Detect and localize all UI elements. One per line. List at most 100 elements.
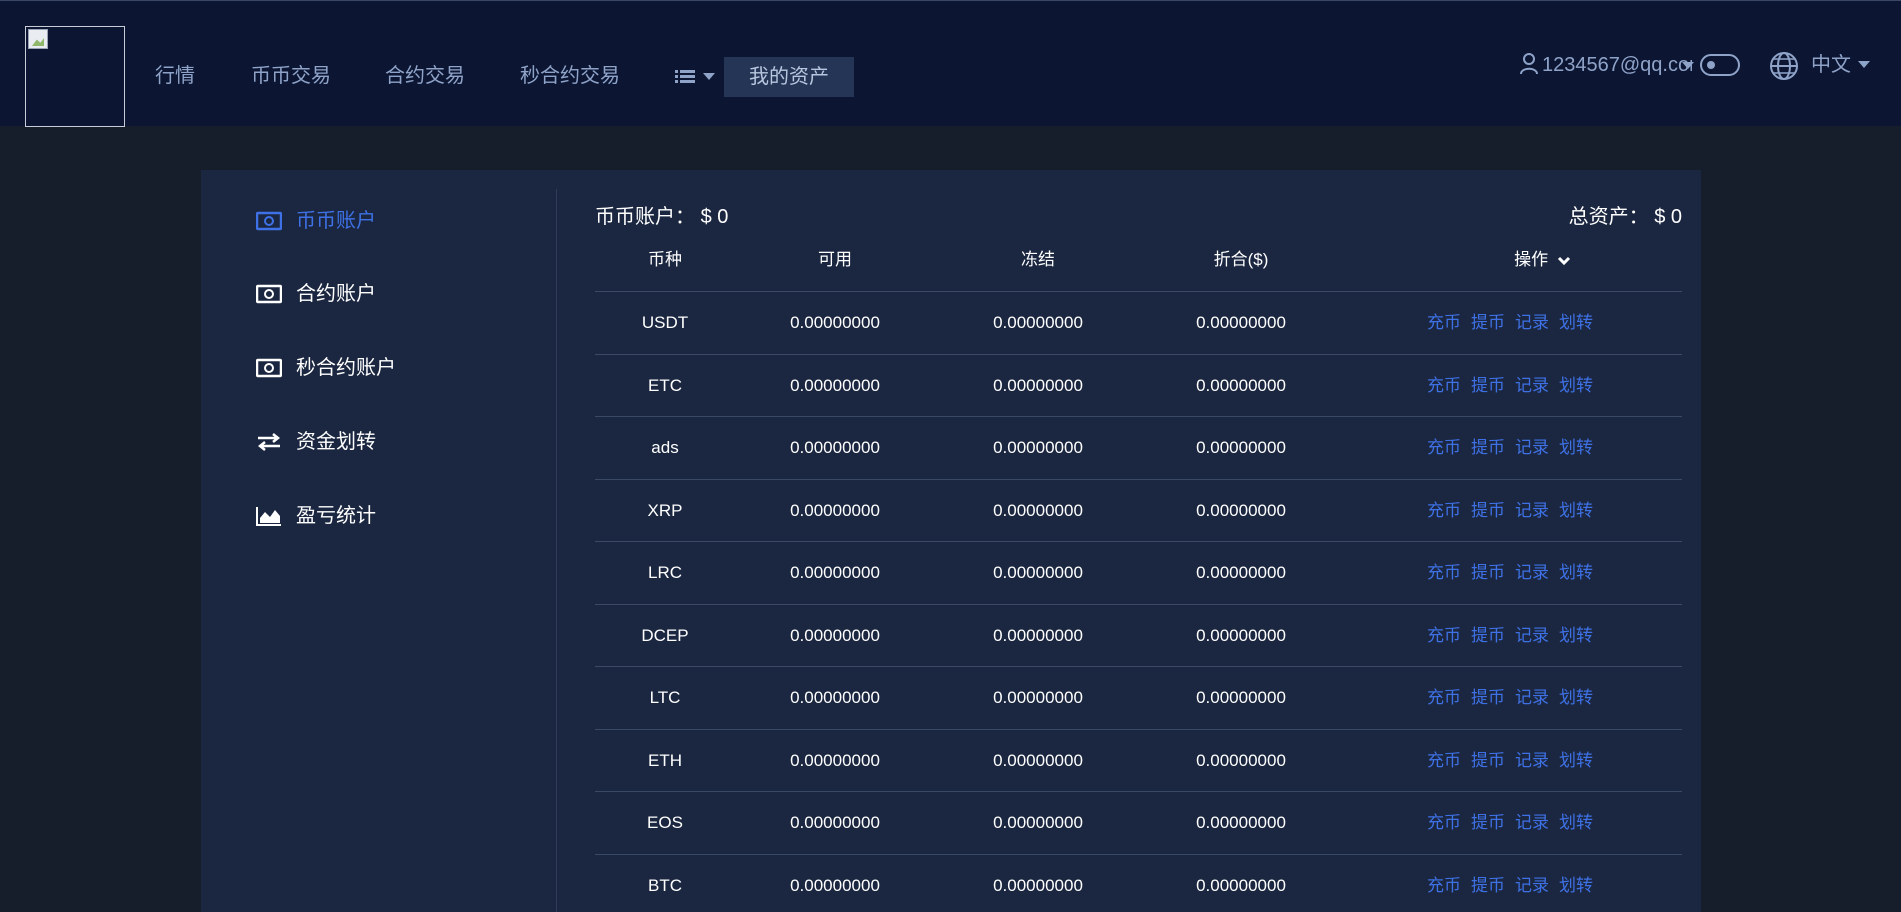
deposit-link[interactable]: 充币 — [1427, 313, 1461, 332]
table-row: EOS 0.00000000 0.00000000 0.00000000 充币 提币 记录划… — [595, 792, 1682, 855]
table-row: LTC 0.00000000 0.00000000 0.00000000 充币 提币 记录划… — [595, 667, 1682, 730]
withdraw-link[interactable]: 提币 — [1471, 688, 1505, 707]
account-content: 币币账户： $ 0 总资产： $ 0 币种 可用 冻结 折合($) 操作 USD… — [595, 170, 1682, 912]
sidebar-item-label: 资金划转 — [296, 431, 376, 453]
cell-coin: LTC — [649, 688, 681, 707]
cell-available: 0.00000000 — [790, 625, 880, 645]
withdraw-link[interactable]: 提币 — [1471, 501, 1505, 520]
assets-panel: 币币账户 合约账户 秒合约账户 资金划转 盈亏统计 币币账户： $ 0 总资产：… — [201, 170, 1701, 912]
sidebar-item-label: 秒合约账户 — [296, 357, 396, 379]
deposit-link[interactable]: 充币 — [1427, 563, 1461, 582]
transfer-link[interactable]: 划转 — [1559, 438, 1593, 457]
cell-value: 0.00000000 — [1196, 625, 1286, 645]
transfer-link[interactable]: 划转 — [1559, 751, 1593, 770]
records-link[interactable]: 记录 — [1515, 688, 1549, 707]
cell-available: 0.00000000 — [790, 813, 880, 832]
cell-frozen: 0.00000000 — [993, 313, 1083, 332]
cell-frozen: 0.00000000 — [993, 750, 1083, 770]
column-header-available: 可用 — [818, 250, 852, 269]
records-link[interactable]: 记录 — [1515, 751, 1549, 770]
transfer-link[interactable]: 划转 — [1559, 563, 1593, 582]
deposit-link[interactable]: 充币 — [1427, 376, 1461, 395]
cell-available: 0.00000000 — [790, 438, 880, 457]
table-row: ETC 0.00000000 0.00000000 0.00000000 充币 提币 记录划… — [595, 355, 1682, 417]
withdraw-link[interactable]: 提币 — [1471, 313, 1505, 332]
records-link[interactable]: 记录 — [1515, 563, 1549, 582]
nav-item-my-assets[interactable]: 我的资产 — [724, 57, 854, 97]
cell-value: 0.00000000 — [1196, 688, 1286, 707]
column-header-coin: 币种 — [648, 250, 682, 269]
caret-down-icon — [1858, 61, 1870, 68]
transfer-link[interactable]: 划转 — [1559, 313, 1593, 332]
nav-item-contract-trading[interactable]: 合约交易 — [385, 61, 465, 91]
withdraw-link[interactable]: 提币 — [1471, 563, 1505, 582]
nav-item-market[interactable]: 行情 — [155, 61, 195, 91]
cell-available: 0.00000000 — [790, 875, 880, 895]
deposit-link[interactable]: 充币 — [1427, 688, 1461, 707]
cell-frozen: 0.00000000 — [993, 688, 1083, 707]
row-actions: 充币 提币 记录 划转 — [1427, 605, 1603, 667]
deposit-link[interactable]: 充币 — [1427, 813, 1461, 832]
chevron-down-icon — [1557, 256, 1570, 266]
sidebar-item-label: 盈亏统计 — [296, 505, 376, 527]
withdraw-link[interactable]: 提币 — [1471, 813, 1505, 832]
cell-frozen: 0.00000000 — [993, 875, 1083, 895]
cell-value: 0.00000000 — [1196, 875, 1286, 895]
row-actions: 充币 提币 记录 划转 — [1427, 292, 1603, 354]
records-link[interactable]: 记录 — [1515, 376, 1549, 395]
records-link[interactable]: 记录 — [1515, 813, 1549, 832]
records-link[interactable]: 记录 — [1515, 876, 1549, 895]
list-icon — [675, 70, 695, 84]
row-actions: 充币 提币 记录 划转 — [1427, 355, 1603, 417]
cell-coin: XRP — [647, 500, 683, 520]
transfer-link[interactable]: 划转 — [1559, 376, 1593, 395]
row-actions: 充币 提币 记录 划转 — [1427, 542, 1603, 604]
transfer-link[interactable]: 划转 — [1559, 876, 1593, 895]
cell-available: 0.00000000 — [790, 500, 880, 520]
records-link[interactable]: 记录 — [1515, 438, 1549, 457]
cell-available: 0.00000000 — [790, 375, 880, 395]
theme-toggle[interactable] — [1700, 54, 1740, 76]
deposit-link[interactable]: 充币 — [1427, 751, 1461, 770]
cell-available: 0.00000000 — [790, 563, 880, 582]
cell-frozen: 0.00000000 — [993, 438, 1083, 457]
withdraw-link[interactable]: 提币 — [1471, 876, 1505, 895]
total-assets-value: $ 0 — [1654, 206, 1682, 228]
caret-down-icon — [1682, 62, 1694, 69]
cell-coin: BTC — [648, 875, 682, 895]
records-link[interactable]: 记录 — [1515, 626, 1549, 645]
deposit-link[interactable]: 充币 — [1427, 438, 1461, 457]
spot-account-value: $ 0 — [700, 206, 729, 228]
cell-value: 0.00000000 — [1196, 438, 1286, 457]
top-header: 行情 币币交易 合约交易 秒合约交易 我的资产 1234567@qq.com 中… — [0, 0, 1901, 127]
logo-image[interactable] — [25, 26, 125, 127]
cell-coin: LRC — [647, 563, 682, 582]
records-link[interactable]: 记录 — [1515, 501, 1549, 520]
column-header-actions-label: 操作 — [1514, 250, 1549, 269]
records-link[interactable]: 记录 — [1515, 313, 1549, 332]
money-icon — [256, 358, 282, 378]
deposit-link[interactable]: 充币 — [1427, 876, 1461, 895]
spot-account-label: 币币账户： — [595, 206, 695, 228]
transfer-link[interactable]: 划转 — [1559, 626, 1593, 645]
broken-image-icon — [28, 29, 48, 49]
nav-item-second-contract[interactable]: 秒合约交易 — [520, 61, 620, 91]
table-row: DCEP 0.00000000 0.00000000 0.00000000 充币 提币 记录… — [595, 605, 1682, 667]
nav-item-spot-trading[interactable]: 币币交易 — [251, 61, 331, 91]
column-header-frozen: 冻结 — [1021, 250, 1055, 269]
withdraw-link[interactable]: 提币 — [1471, 376, 1505, 395]
area-chart-icon — [256, 507, 281, 526]
withdraw-link[interactable]: 提币 — [1471, 626, 1505, 645]
transfer-link[interactable]: 划转 — [1559, 688, 1593, 707]
more-menu-button[interactable] — [675, 61, 717, 91]
column-header-actions[interactable]: 操作 — [1475, 248, 1610, 272]
withdraw-link[interactable]: 提币 — [1471, 438, 1505, 457]
cell-value: 0.00000000 — [1196, 750, 1286, 770]
deposit-link[interactable]: 充币 — [1427, 626, 1461, 645]
deposit-link[interactable]: 充币 — [1427, 501, 1461, 520]
toggle-knob — [1707, 61, 1715, 69]
transfer-link[interactable]: 划转 — [1559, 501, 1593, 520]
column-header-value: 折合($) — [1213, 250, 1269, 269]
withdraw-link[interactable]: 提币 — [1471, 751, 1505, 770]
transfer-link[interactable]: 划转 — [1559, 813, 1593, 832]
